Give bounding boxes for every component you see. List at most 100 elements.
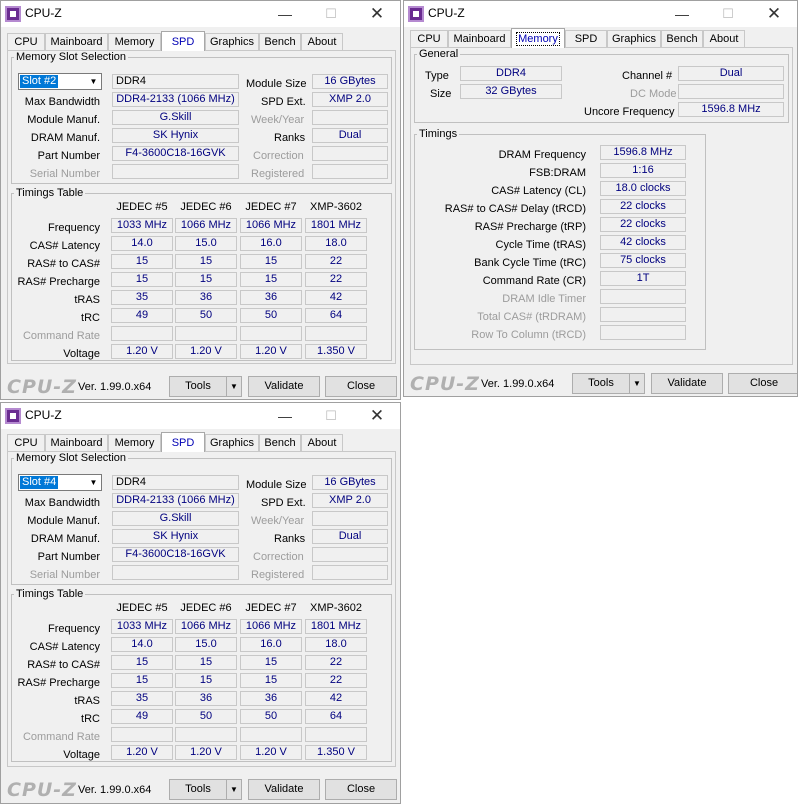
tools-button[interactable]: Tools	[169, 376, 227, 397]
memory-timing-value: 18.0 clocks	[600, 181, 686, 196]
cpuz-window-memory: CPU-Z — ☐ ✕ CPU Mainboard Memory SPD Gra…	[403, 0, 798, 397]
validate-button[interactable]: Validate	[248, 376, 320, 397]
tab-cpu[interactable]: CPU	[410, 30, 448, 47]
part-number-field: F4-3600C18-16GVK	[112, 146, 239, 161]
minimize-icon[interactable]: —	[262, 1, 308, 27]
timings-row-label: RAS# to CAS#	[27, 659, 100, 671]
timings-row-label: CAS# Latency	[29, 641, 100, 653]
tab-about[interactable]: About	[301, 33, 343, 50]
tab-graphics[interactable]: Graphics	[607, 30, 661, 47]
module-size-label: Module Size	[246, 78, 307, 90]
tab-cpu[interactable]: CPU	[7, 33, 45, 50]
memory-timing-label: Command Rate (CR)	[482, 275, 586, 287]
timings-column-header: JEDEC #7	[245, 602, 297, 614]
part-number-label: Part Number	[37, 150, 100, 162]
tools-dropdown-icon[interactable]: ▼	[226, 376, 242, 397]
tab-memory[interactable]: Memory	[511, 28, 565, 48]
tools-dropdown-icon[interactable]: ▼	[629, 373, 645, 394]
close-button[interactable]: Close	[728, 373, 797, 394]
minimize-icon[interactable]: —	[659, 1, 705, 27]
validate-button[interactable]: Validate	[651, 373, 723, 394]
timings-cell: 1.20 V	[175, 344, 237, 359]
timings-cell: 16.0	[240, 637, 302, 652]
timings-cell: 15	[111, 254, 173, 269]
chevron-down-icon[interactable]: ▼	[87, 476, 100, 489]
version-label: Ver. 1.99.0.x64	[78, 784, 152, 796]
close-button[interactable]: Close	[325, 779, 397, 800]
timings-row-label: RAS# to CAS#	[27, 258, 100, 270]
maximize-icon[interactable]: ☐	[308, 1, 354, 27]
tab-graphics[interactable]: Graphics	[205, 33, 259, 50]
tab-mainboard[interactable]: Mainboard	[45, 33, 108, 50]
tab-spd[interactable]: SPD	[161, 31, 205, 51]
tab-spd[interactable]: SPD	[565, 30, 607, 47]
module-size-label: Module Size	[246, 479, 307, 491]
module-size-field: 16 GBytes	[312, 475, 388, 490]
close-icon[interactable]: ✕	[354, 1, 400, 27]
timings-cell	[175, 326, 237, 341]
module-size-field: 16 GBytes	[312, 74, 388, 89]
slot-select[interactable]: Slot #2 ▼	[18, 73, 102, 90]
timings-cell: 1033 MHz	[111, 619, 173, 634]
timings-row-label: Frequency	[48, 623, 100, 635]
tab-memory[interactable]: Memory	[108, 434, 161, 451]
minimize-icon[interactable]: —	[262, 403, 308, 429]
timings-cell	[111, 727, 173, 742]
timings-cell: 1066 MHz	[240, 218, 302, 233]
timings-cell: 1066 MHz	[240, 619, 302, 634]
timings-column-header: XMP-3602	[310, 201, 362, 213]
memory-timing-value: 22 clocks	[600, 199, 686, 214]
tab-spd[interactable]: SPD	[161, 432, 205, 452]
slot-select[interactable]: Slot #4 ▼	[18, 474, 102, 491]
serial-number-label: Serial Number	[29, 168, 100, 180]
tab-about[interactable]: About	[301, 434, 343, 451]
tab-bench[interactable]: Bench	[259, 33, 301, 50]
week-year-field	[312, 110, 388, 125]
version-label: Ver. 1.99.0.x64	[78, 381, 152, 393]
maximize-icon[interactable]: ☐	[705, 1, 751, 27]
close-button[interactable]: Close	[325, 376, 397, 397]
version-label: Ver. 1.99.0.x64	[481, 378, 555, 390]
correction-field	[312, 146, 388, 161]
timings-cell: 15	[111, 272, 173, 287]
cpuz-app-icon	[5, 6, 21, 22]
size-label: Size	[430, 88, 452, 100]
group-title: Timings Table	[16, 187, 84, 199]
chevron-down-icon[interactable]: ▼	[87, 75, 100, 88]
tab-mainboard[interactable]: Mainboard	[45, 434, 108, 451]
validate-button[interactable]: Validate	[248, 779, 320, 800]
tab-memory[interactable]: Memory	[108, 33, 161, 50]
tools-button[interactable]: Tools	[572, 373, 630, 394]
timings-cell: 22	[305, 655, 367, 670]
tools-button[interactable]: Tools	[169, 779, 227, 800]
timings-row-label: tRAS	[74, 695, 100, 707]
close-icon[interactable]: ✕	[354, 403, 400, 429]
timings-cell: 15	[111, 655, 173, 670]
registered-field	[312, 565, 388, 580]
ranks-label: Ranks	[274, 533, 306, 545]
tab-mainboard[interactable]: Mainboard	[448, 30, 511, 47]
group-title: Timings Table	[16, 588, 84, 600]
close-icon[interactable]: ✕	[751, 1, 797, 27]
tab-bench[interactable]: Bench	[259, 434, 301, 451]
max-bandwidth-field: DDR4-2133 (1066 MHz)	[112, 493, 239, 508]
timings-cell: 36	[175, 691, 237, 706]
serial-number-label: Serial Number	[29, 569, 100, 581]
tab-about[interactable]: About	[703, 30, 745, 47]
tab-cpu[interactable]: CPU	[7, 434, 45, 451]
dc-mode-label: DC Mode	[630, 88, 677, 100]
timings-cell: 14.0	[111, 637, 173, 652]
timings-cell: 50	[175, 709, 237, 724]
memory-timing-label: Bank Cycle Time (tRC)	[474, 257, 586, 269]
tab-bench[interactable]: Bench	[661, 30, 703, 47]
maximize-icon[interactable]: ☐	[308, 403, 354, 429]
week-year-label: Week/Year	[251, 114, 305, 126]
module-manuf-field: G.Skill	[112, 511, 239, 526]
timings-cell: 50	[175, 308, 237, 323]
timings-cell: 49	[111, 308, 173, 323]
memory-timing-value: 1T	[600, 271, 686, 286]
tools-dropdown-icon[interactable]: ▼	[226, 779, 242, 800]
timings-cell: 14.0	[111, 236, 173, 251]
tab-graphics[interactable]: Graphics	[205, 434, 259, 451]
timings-cell: 64	[305, 709, 367, 724]
